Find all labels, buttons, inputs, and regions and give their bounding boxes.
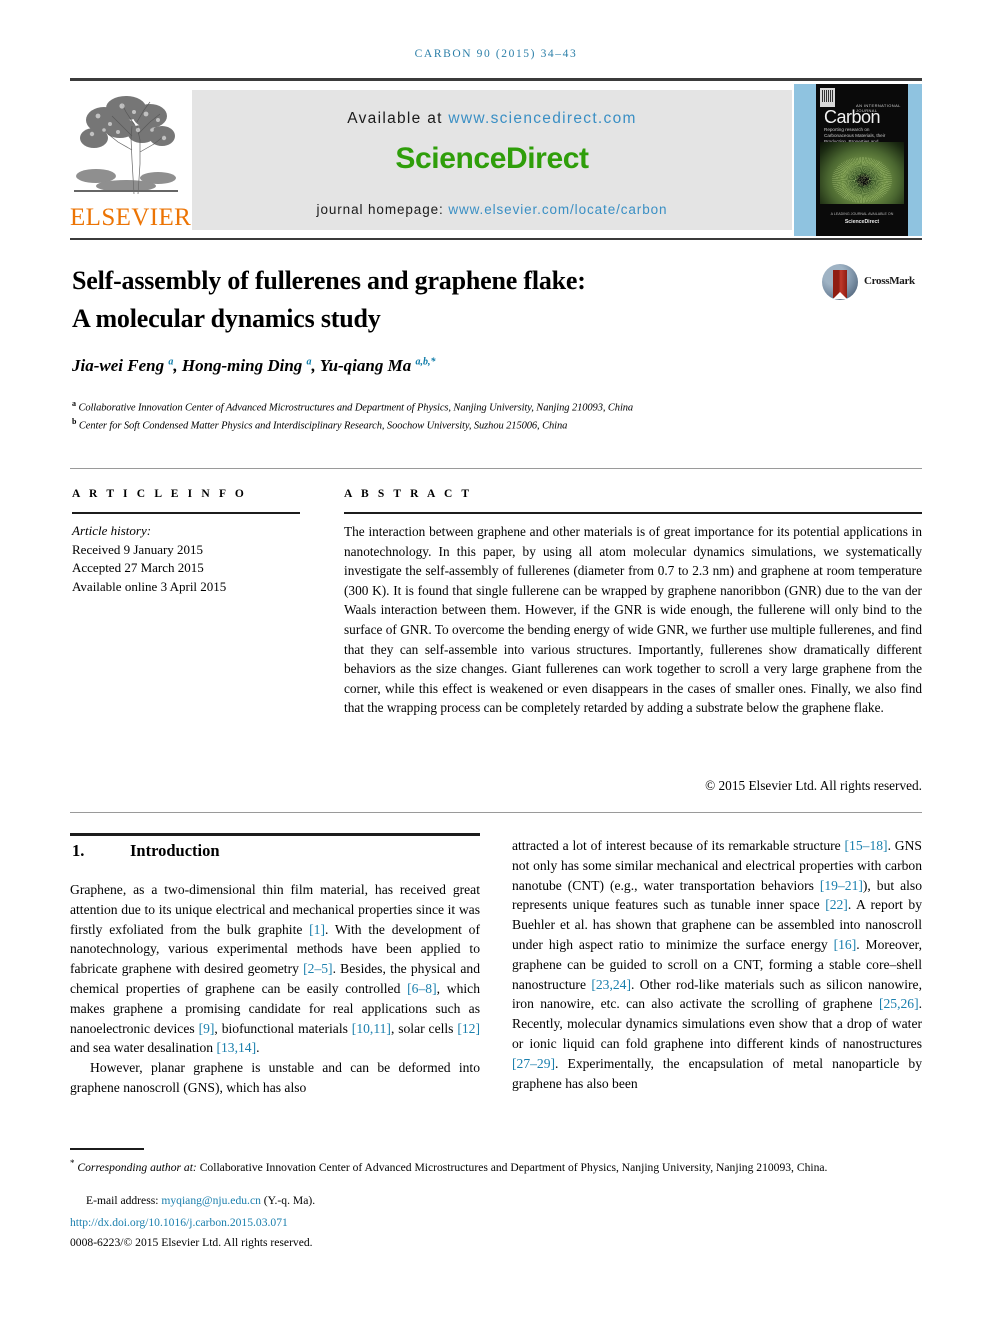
journal-cover-image: AN INTERNATIONAL JOURNAL Carbon Reportin… [816,84,908,236]
cover-photo-graphic [820,142,904,204]
affiliation-a: a Collaborative Innovation Center of Adv… [72,399,892,414]
crossmark-icon [822,264,858,300]
abstract-text: The interaction between graphene and oth… [344,524,922,716]
elsevier-wordmark: ELSEVIER [70,204,192,231]
affiliation-b: b Center for Soft Condensed Matter Physi… [72,417,892,432]
journal-cover-thumbnail: AN INTERNATIONAL JOURNAL Carbon Reportin… [794,84,922,236]
abstract-heading: A B S T R A C T [344,488,473,500]
elsevier-logo-block: ELSEVIER [70,84,192,236]
title-line-2: A molecular dynamics study [72,304,381,333]
section-title: Introduction [130,841,220,860]
intro-paragraph-3: attracted a lot of interest because of i… [512,838,922,1091]
banner-bottom-rule [70,238,922,240]
available-at-line: Available at www.sciencedirect.com [192,110,792,128]
elsevier-tree-icon [74,90,178,198]
intro-paragraph-1: Graphene, as a two-dimensional thin film… [70,882,481,1056]
article-received-date: Received 9 January 2015 [72,541,204,557]
journal-homepage-line: journal homepage: www.elsevier.com/locat… [192,202,792,217]
corresponding-author-note: * Corresponding author at: Collaborative… [70,1158,828,1174]
affiliation-b-marker: b [72,417,77,426]
available-at-label: Available at [347,110,443,127]
abstract-copyright: © 2015 Elsevier Ltd. All rights reserved… [705,778,922,793]
article-info-body: Article history: Received 9 January 2015… [72,522,312,596]
affiliation-a-text: Collaborative Innovation Center of Advan… [78,402,634,414]
abstract-top-rule [70,468,922,469]
crossmark-bookmark-icon [833,270,847,299]
section-number: 1. [72,841,85,860]
sciencedirect-box: Available at www.sciencedirect.com Scien… [192,90,792,230]
doi-link[interactable]: http://dx.doi.org/10.1016/j.carbon.2015.… [70,1216,288,1229]
sciencedirect-url[interactable]: www.sciencedirect.com [448,110,636,127]
journal-homepage-label: journal homepage: [316,202,444,217]
footnote-rule [70,1148,144,1150]
page-title: Self-assembly of fullerenes and graphene… [72,262,792,338]
article-info-heading: A R T I C L E I N F O [72,488,247,500]
cover-elsevier-mark-icon [820,88,835,107]
article-accepted-date: Accepted 27 March 2015 [72,560,204,575]
journal-banner: ELSEVIER Available at www.sciencedirect.… [70,84,922,236]
issn-copyright-line: 0008-6223/© 2015 Elsevier Ltd. All right… [70,1236,313,1249]
affiliation-a-marker: a [72,399,76,408]
article-available-online-date: Available online 3 April 2015 [72,578,227,594]
article-page: CARBON 90 (2015) 34–43 ELSEVIER Availabl… [0,0,992,1323]
crossmark-badge[interactable]: CrossMark [822,262,922,306]
abstract-rule [344,512,922,514]
intro-paragraph-2: However, planar graphene is unstable and… [70,1060,480,1095]
affiliation-b-text: Center for Soft Condensed Matter Physics… [78,420,568,432]
article-history-label: Article history: [72,523,152,538]
cover-footer-top: A LEADING JOURNAL AVAILABLE ON [830,212,894,216]
sciencedirect-logo[interactable]: ScienceDirect [192,142,792,176]
cover-footer-bottom: ScienceDirect [844,219,880,225]
section-rule [70,833,480,836]
abstract-bottom-rule [70,812,922,813]
crossmark-label: CrossMark [864,275,915,287]
author-list: Jia-wei Feng a, Hong-ming Ding a, Yu-qia… [72,356,436,375]
body-column-left: Graphene, as a two-dimensional thin film… [70,880,480,1098]
cover-title: Carbon [824,107,881,127]
article-info-rule [72,512,300,514]
header-rule [70,78,922,81]
title-line-1: Self-assembly of fullerenes and graphene… [72,266,586,295]
journal-homepage-url[interactable]: www.elsevier.com/locate/carbon [448,202,667,217]
running-head: CARBON 90 (2015) 34–43 [414,48,578,60]
body-column-right: attracted a lot of interest because of i… [512,836,922,1093]
corresponding-author-email: E-mail address: myqiang@nju.edu.cn (Y.-q… [86,1194,316,1207]
